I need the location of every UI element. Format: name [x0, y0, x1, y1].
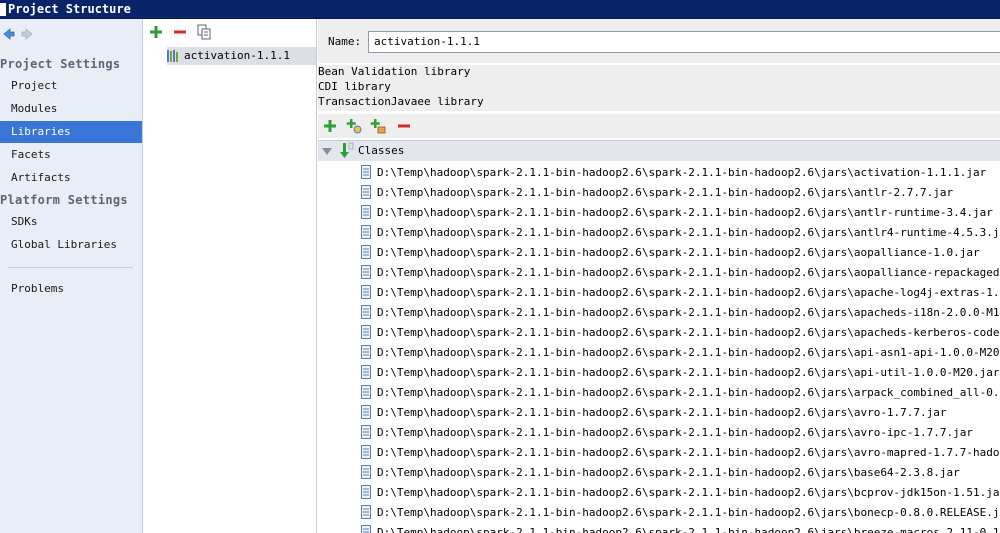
description-line: TransactionJavaee library [318, 95, 484, 108]
library-item-label: activation-1.1.1 [184, 49, 290, 62]
project-settings-header: Project Settings [0, 57, 121, 71]
sidebar-item-label: Facets [11, 148, 51, 161]
jar-path: D:\Temp\hadoop\spark-2.1.1-bin-hadoop2.6… [377, 486, 1000, 499]
classes-label: Classes [358, 144, 405, 157]
window-app-icon [0, 3, 6, 16]
name-field[interactable]: activation-1.1.1 [368, 31, 1000, 53]
jar-path: D:\Temp\hadoop\spark-2.1.1-bin-hadoop2.6… [377, 166, 987, 179]
jar-path: D:\Temp\hadoop\spark-2.1.1-bin-hadoop2.6… [377, 246, 980, 259]
sidebar-item-facets[interactable]: Facets [0, 144, 142, 166]
sidebar-item-label: SDKs [11, 215, 38, 228]
jar-path: D:\Temp\hadoop\spark-2.1.1-bin-hadoop2.6… [377, 506, 1000, 519]
jar-file-icon [361, 405, 371, 419]
jar-path: D:\Temp\hadoop\spark-2.1.1-bin-hadoop2.6… [377, 186, 954, 199]
jar-file-icon [361, 465, 371, 479]
jar-file-icon [361, 525, 371, 533]
plus-icon[interactable] [322, 118, 338, 134]
jar-path: D:\Temp\hadoop\spark-2.1.1-bin-hadoop2.6… [377, 326, 1000, 339]
jar-path: D:\Temp\hadoop\spark-2.1.1-bin-hadoop2.6… [377, 206, 993, 219]
jar-path: D:\Temp\hadoop\spark-2.1.1-bin-hadoop2.6… [377, 426, 974, 439]
sidebar-item-project[interactable]: Project [0, 75, 142, 97]
library-list-toolbar [143, 19, 317, 45]
arrow-right-icon[interactable] [20, 26, 36, 42]
sidebar-item-label: Problems [11, 282, 64, 295]
jar-path: D:\Temp\hadoop\spark-2.1.1-bin-hadoop2.6… [377, 446, 1000, 459]
jar-file-icon [361, 185, 371, 199]
jar-path: D:\Temp\hadoop\spark-2.1.1-bin-hadoop2.6… [377, 526, 1000, 533]
description-line: CDI library [318, 80, 391, 93]
library-list-panel: activation-1.1.1 [143, 19, 317, 533]
classes-root-node[interactable]: Classes [318, 141, 1000, 161]
sidebar-item-modules[interactable]: Modules [0, 98, 142, 120]
platform-settings-header: Platform Settings [0, 193, 128, 207]
jar-file-icon [361, 305, 371, 319]
jar-path: D:\Temp\hadoop\spark-2.1.1-bin-hadoop2.6… [377, 406, 947, 419]
sidebar-item-label: Artifacts [11, 171, 71, 184]
jar-file-icon [361, 205, 371, 219]
library-descriptions: Bean Validation library CDI library Tran… [318, 65, 1000, 111]
jar-file-icon [361, 385, 371, 399]
minus-icon[interactable] [173, 25, 187, 39]
window-title: Project Structure [8, 2, 131, 16]
jar-file-icon [361, 505, 371, 519]
library-details-panel: Name: activation-1.1.1 Bean Validation l… [318, 19, 1000, 533]
sidebar-item-label: Libraries [11, 125, 71, 138]
plus-icon[interactable] [149, 25, 163, 39]
sidebar-item-artifacts[interactable]: Artifacts [0, 167, 142, 189]
name-row: Name: activation-1.1.1 [318, 19, 1000, 63]
jar-file-icon [361, 325, 371, 339]
sidebar-item-label: Modules [11, 102, 58, 115]
window-titlebar: Project Structure [0, 0, 1000, 19]
jar-path: D:\Temp\hadoop\spark-2.1.1-bin-hadoop2.6… [377, 306, 1000, 319]
jar-file-icon [361, 365, 371, 379]
sidebar-item-label: Project [11, 79, 58, 92]
copy-icon[interactable] [197, 24, 211, 40]
jar-file-icon [361, 165, 371, 179]
expand-toggle-icon[interactable] [322, 148, 332, 155]
jar-path: D:\Temp\hadoop\spark-2.1.1-bin-hadoop2.6… [377, 366, 1000, 379]
sidebar-divider [8, 267, 133, 268]
jar-file-icon [361, 225, 371, 239]
library-item-activation[interactable]: activation-1.1.1 [167, 47, 316, 65]
sidebar-item-problems[interactable]: Problems [0, 278, 142, 300]
add-attachment-icon[interactable] [346, 118, 362, 134]
jar-file-icon [361, 485, 371, 499]
sidebar-item-label: Global Libraries [11, 238, 117, 251]
sidebar-item-libraries[interactable]: Libraries [0, 121, 142, 143]
jar-path: D:\Temp\hadoop\spark-2.1.1-bin-hadoop2.6… [377, 346, 1000, 359]
sidebar-item-sdks[interactable]: SDKs [0, 211, 142, 233]
classes-toolbar [318, 114, 1000, 138]
jar-path: D:\Temp\hadoop\spark-2.1.1-bin-hadoop2.6… [377, 226, 1000, 239]
jar-path: D:\Temp\hadoop\spark-2.1.1-bin-hadoop2.6… [377, 286, 1000, 299]
sidebar-item-global-libraries[interactable]: Global Libraries [0, 234, 142, 256]
jar-file-icon [361, 345, 371, 359]
classes-tree: Classes D:\Temp\hadoop\spark-2.1.1-bin-h… [318, 140, 1000, 533]
add-url-icon[interactable] [370, 118, 386, 134]
arrow-left-icon[interactable] [0, 26, 16, 42]
jar-path: D:\Temp\hadoop\spark-2.1.1-bin-hadoop2.6… [377, 466, 960, 479]
jar-file-icon [361, 425, 371, 439]
classes-root-icon [340, 142, 354, 158]
jar-path: D:\Temp\hadoop\spark-2.1.1-bin-hadoop2.6… [377, 386, 1000, 399]
jar-file-icon [361, 265, 371, 279]
jar-file-icon [361, 445, 371, 459]
sidebar: Project Settings Project Modules Librari… [0, 19, 143, 533]
jar-file-icon [361, 285, 371, 299]
jar-path: D:\Temp\hadoop\spark-2.1.1-bin-hadoop2.6… [377, 266, 1000, 279]
name-label: Name: [328, 35, 362, 48]
jar-file-icon [361, 245, 371, 259]
description-line: Bean Validation library [318, 65, 471, 78]
library-icon [167, 50, 178, 62]
minus-icon[interactable] [396, 118, 412, 134]
